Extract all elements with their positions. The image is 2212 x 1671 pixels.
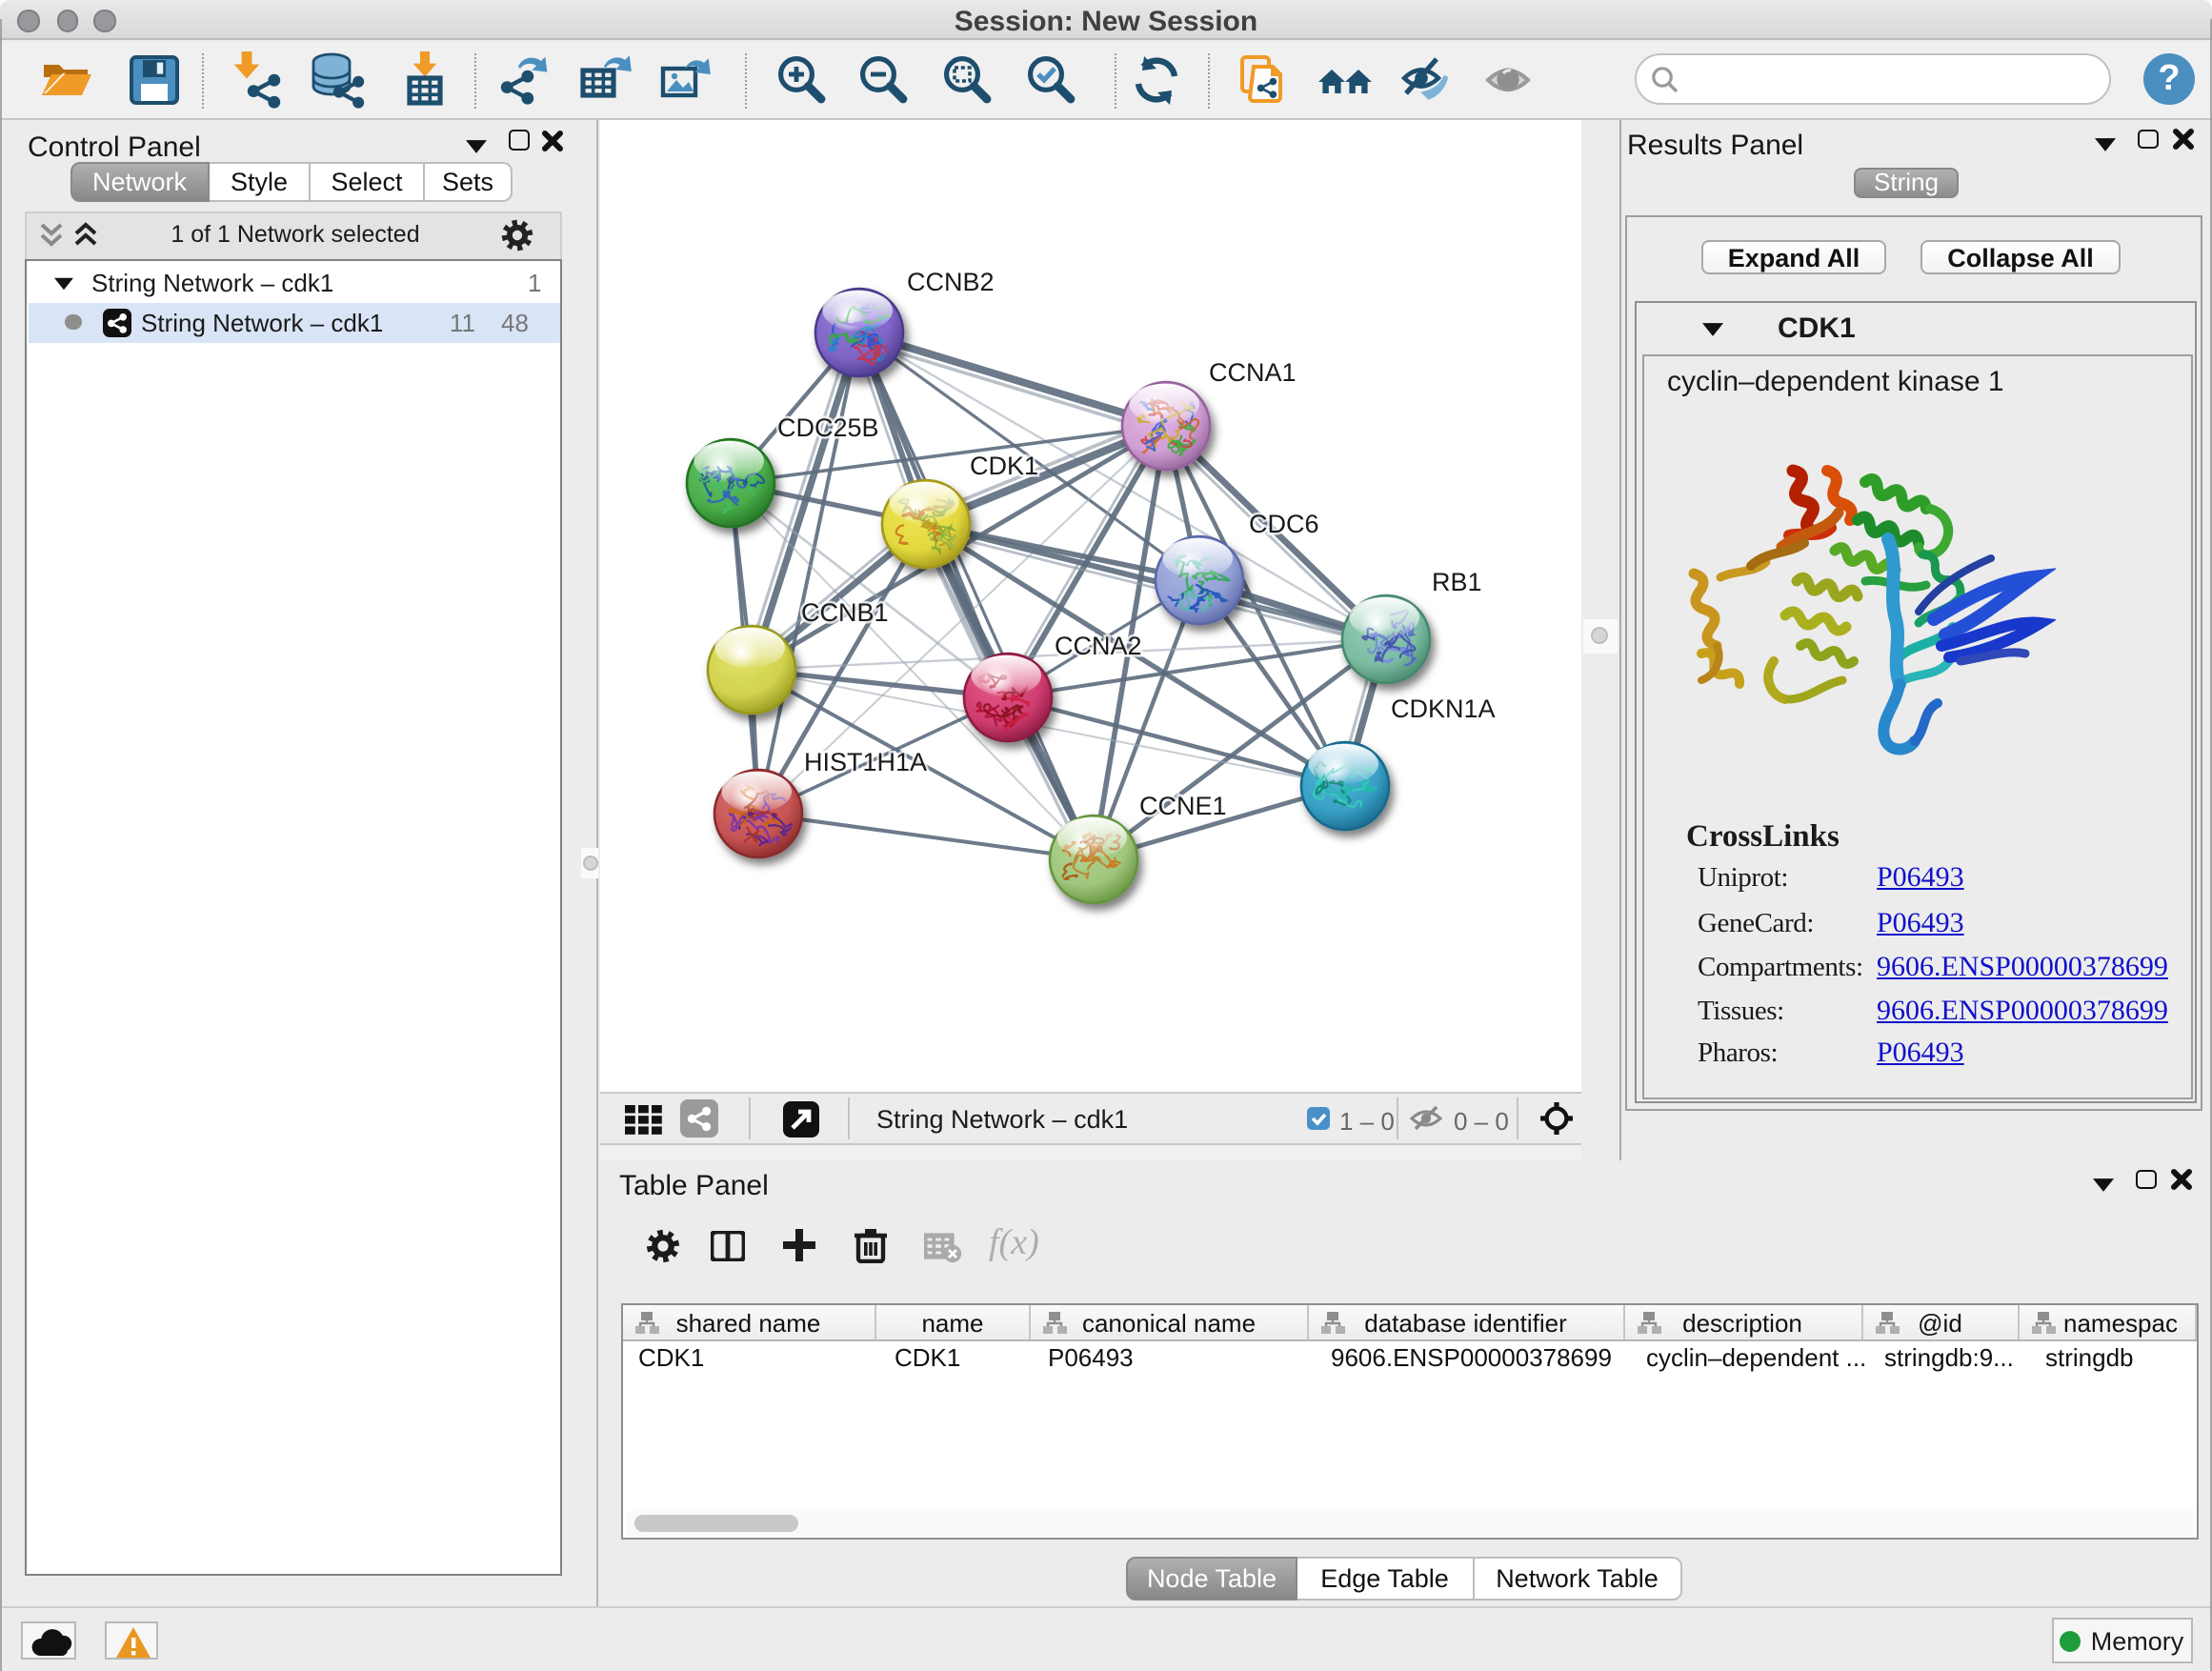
- svg-text:CDC25B: CDC25B: [777, 413, 879, 442]
- svg-text:CCNA2: CCNA2: [1055, 632, 1142, 660]
- svg-text:CDK1: CDK1: [970, 452, 1038, 480]
- svg-text:HIST1H1A: HIST1H1A: [804, 748, 927, 776]
- svg-text:CCNB2: CCNB2: [907, 268, 995, 296]
- svg-text:CCNA1: CCNA1: [1209, 358, 1297, 387]
- svg-text:CCNB1: CCNB1: [801, 598, 889, 627]
- svg-text:CDC6: CDC6: [1249, 510, 1319, 538]
- svg-text:CDKN1A: CDKN1A: [1391, 695, 1496, 723]
- svg-text:RB1: RB1: [1432, 568, 1482, 596]
- svg-text:CCNE1: CCNE1: [1139, 792, 1227, 820]
